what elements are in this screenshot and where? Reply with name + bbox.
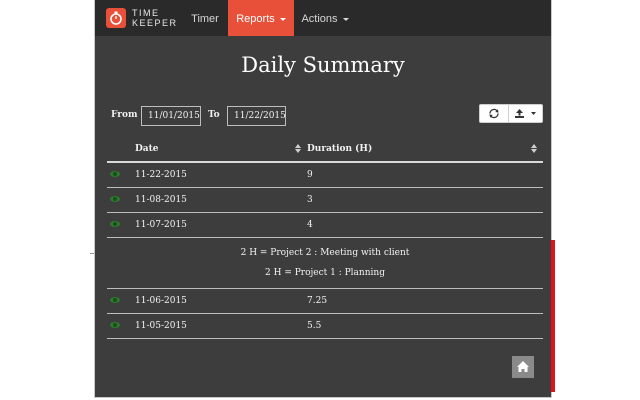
brand-line-1: TIME <box>132 8 160 18</box>
chevron-down-icon <box>279 17 286 21</box>
from-date-input[interactable]: 11/01/2015 <box>141 106 201 126</box>
detail-line: 2 H = Project 2 : Meeting with client <box>240 248 410 258</box>
row-duration: 9 <box>307 162 543 188</box>
row-duration: 4 <box>307 212 543 238</box>
nav-reports-label: Reports <box>236 13 275 25</box>
eye-icon[interactable] <box>110 196 120 202</box>
sort-icon[interactable] <box>295 144 301 154</box>
stopwatch-logo-icon[interactable] <box>106 8 126 28</box>
scrollbar-indicator[interactable] <box>551 240 555 392</box>
from-label: From <box>111 110 138 120</box>
table-row: 11-22-2015 9 <box>107 162 543 188</box>
daily-summary-table: Date Duration (H) 11-22-2015 9 11-08-201… <box>107 136 543 339</box>
date-column-label: Date <box>135 143 159 154</box>
row-date: 11-08-2015 <box>135 187 307 213</box>
sort-icon[interactable] <box>531 144 537 154</box>
page-title: Daily Summary <box>241 53 405 77</box>
refresh-button[interactable] <box>480 105 509 122</box>
table-header-row: Date Duration (H) <box>107 136 543 163</box>
nav-actions[interactable]: Actions <box>295 0 355 36</box>
export-dropdown-button[interactable] <box>509 105 542 122</box>
nav-timer-label: Timer <box>191 13 219 25</box>
row-date: 11-06-2015 <box>135 288 307 314</box>
home-button[interactable] <box>512 356 534 378</box>
detail-cell: 2 H = Project 2 : Meeting with client 2 … <box>107 237 543 289</box>
duration-column-label: Duration (H) <box>307 143 373 154</box>
refresh-icon <box>489 108 499 119</box>
home-icon <box>517 361 529 372</box>
brand-name[interactable]: TIME KEEPER <box>132 8 178 28</box>
eye-icon[interactable] <box>110 322 120 328</box>
table-row: 11-07-2015 4 <box>107 212 543 238</box>
nav-reports[interactable]: Reports <box>228 0 294 36</box>
navbar: TIME KEEPER Timer Reports Actions <box>95 0 551 36</box>
table-row: 11-06-2015 7.25 <box>107 288 543 314</box>
nav-actions-label: Actions <box>301 13 338 25</box>
date-column-header[interactable]: Date <box>135 136 307 163</box>
app-window: TIME KEEPER Timer Reports Actions Daily … <box>94 0 552 398</box>
to-label: To <box>208 110 220 120</box>
nav-timer[interactable]: Timer <box>183 0 227 36</box>
eye-icon[interactable] <box>110 221 120 227</box>
table-row: 11-05-2015 5.5 <box>107 313 543 339</box>
eye-icon[interactable] <box>110 171 120 177</box>
row-date: 11-05-2015 <box>135 313 307 339</box>
report-actions-group <box>479 104 543 123</box>
row-date: 11-07-2015 <box>135 212 307 238</box>
row-duration: 7.25 <box>307 288 543 314</box>
eye-column-header <box>107 136 135 163</box>
row-date: 11-22-2015 <box>135 162 307 188</box>
duration-column-header[interactable]: Duration (H) <box>307 136 543 163</box>
brand-line-2: KEEPER <box>132 18 178 28</box>
eye-icon[interactable] <box>110 297 120 303</box>
row-duration: 3 <box>307 187 543 213</box>
export-icon <box>515 109 536 118</box>
to-date-input[interactable]: 11/22/2015 <box>227 106 286 126</box>
table-row: 11-08-2015 3 <box>107 187 543 213</box>
chevron-down-icon <box>342 17 349 21</box>
expanded-detail-row: 2 H = Project 2 : Meeting with client 2 … <box>107 237 543 289</box>
detail-line: 2 H = Project 1 : Planning <box>265 268 385 278</box>
row-duration: 5.5 <box>307 313 543 339</box>
